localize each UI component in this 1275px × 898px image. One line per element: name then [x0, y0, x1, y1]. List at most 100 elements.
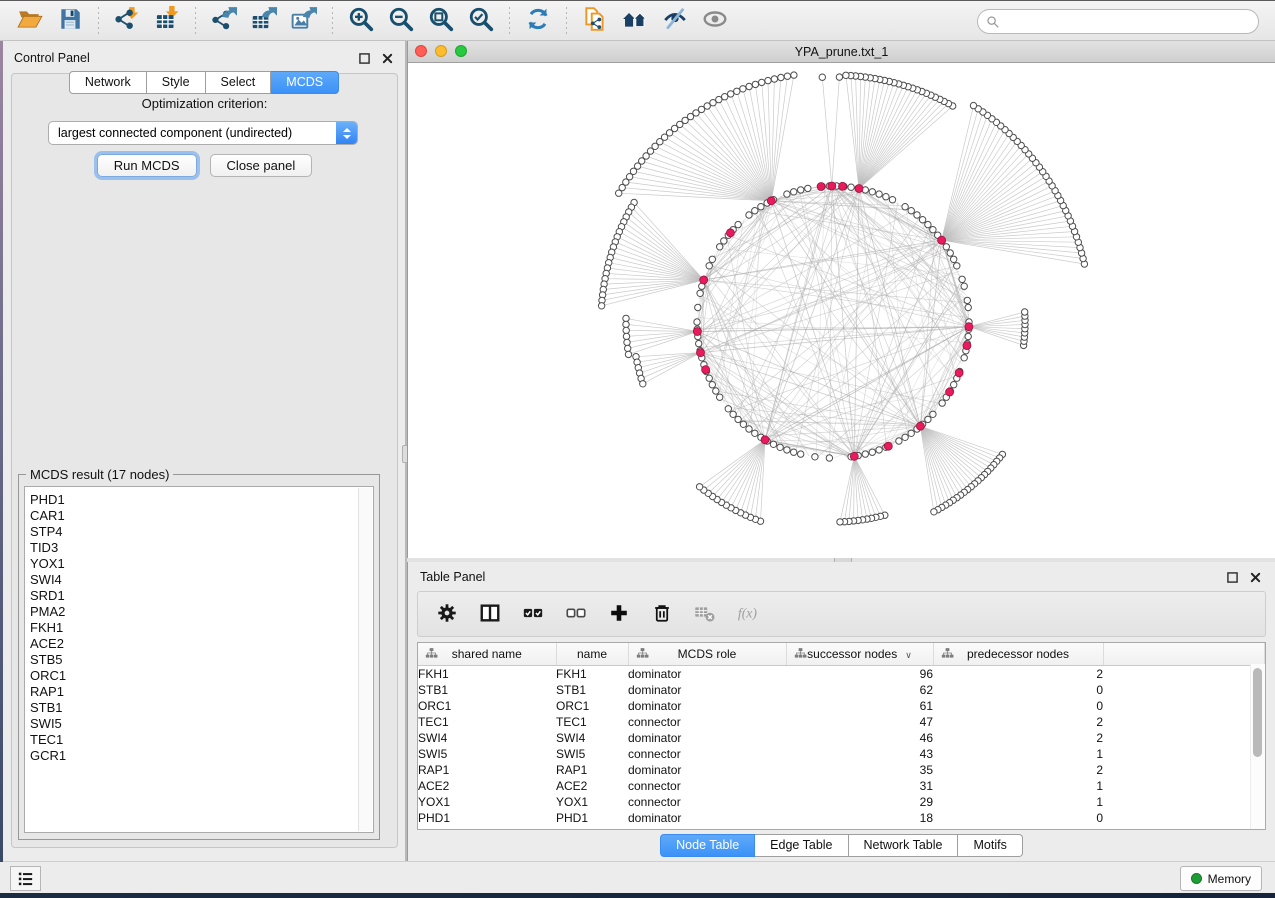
select-all-button[interactable] — [516, 597, 550, 631]
column-header[interactable]: name — [556, 643, 628, 666]
memory-button[interactable]: Memory — [1180, 866, 1262, 891]
column-header[interactable]: MCDS role — [628, 643, 786, 666]
scrollbar-thumb[interactable] — [1253, 668, 1262, 757]
table-cell[interactable]: dominator — [628, 698, 786, 714]
table-row[interactable]: SWI5SWI5connector431 — [418, 746, 1265, 762]
table-cell[interactable]: dominator — [628, 762, 786, 778]
table-cell[interactable]: STB1 — [556, 682, 628, 698]
tab-edge-table[interactable]: Edge Table — [755, 834, 848, 857]
list-item[interactable]: SRD1 — [30, 588, 373, 604]
table-cell[interactable]: dominator — [628, 682, 786, 698]
table-cell[interactable]: 46 — [786, 730, 933, 746]
table-row[interactable]: ORC1ORC1dominator610 — [418, 698, 1265, 714]
duplicate-network-button[interactable] — [575, 5, 615, 37]
zoom-in-button[interactable] — [341, 5, 381, 37]
split-view-button[interactable] — [473, 597, 507, 631]
list-item[interactable]: PMA2 — [30, 604, 373, 620]
table-cell[interactable]: 96 — [786, 666, 933, 683]
zoom-fit-button[interactable] — [421, 5, 461, 37]
list-item[interactable]: FKH1 — [30, 620, 373, 636]
table-cell[interactable]: dominator — [628, 666, 786, 683]
table-cell[interactable]: ACE2 — [418, 778, 556, 794]
task-history-button[interactable] — [10, 866, 41, 891]
close-panel-icon[interactable] — [1247, 570, 1263, 584]
table-cell[interactable]: YOX1 — [556, 794, 628, 810]
table-cell[interactable]: PHD1 — [556, 810, 628, 826]
list-item[interactable]: STB1 — [30, 700, 373, 716]
search-box[interactable] — [977, 9, 1259, 34]
table-scrollbar[interactable] — [1250, 664, 1265, 829]
add-row-button[interactable] — [602, 597, 636, 631]
table-row[interactable]: YOX1YOX1connector291 — [418, 794, 1265, 810]
mcds-result-list[interactable]: PHD1CAR1STP4TID3YOX1SWI4SRD1PMA2FKH1ACE2… — [24, 486, 374, 833]
export-network-button[interactable] — [204, 5, 244, 37]
float-panel-icon[interactable] — [1224, 570, 1240, 584]
table-cell[interactable]: SWI4 — [418, 730, 556, 746]
list-item[interactable]: PHD1 — [30, 492, 373, 508]
table-cell[interactable]: RAP1 — [556, 762, 628, 778]
table-cell[interactable]: TEC1 — [418, 714, 556, 730]
list-item[interactable]: ORC1 — [30, 668, 373, 684]
list-item[interactable]: STP4 — [30, 524, 373, 540]
table-cell[interactable]: PHD1 — [418, 810, 556, 826]
list-item[interactable]: YOX1 — [30, 556, 373, 572]
column-header[interactable]: shared name — [418, 643, 556, 666]
table-cell[interactable]: ORC1 — [556, 698, 628, 714]
table-cell[interactable]: SWI5 — [418, 746, 556, 762]
table-cell[interactable]: 1 — [933, 794, 1103, 810]
close-window-icon[interactable] — [415, 45, 427, 57]
list-item[interactable]: ACE2 — [30, 636, 373, 652]
deselect-all-button[interactable] — [559, 597, 593, 631]
table-row[interactable]: ACE2ACE2connector311 — [418, 778, 1265, 794]
list-item[interactable]: SWI4 — [30, 572, 373, 588]
table-cell[interactable]: 47 — [786, 714, 933, 730]
save-session-button[interactable] — [50, 5, 90, 37]
table-cell[interactable]: SWI4 — [556, 730, 628, 746]
table-row[interactable]: TEC1TEC1connector472 — [418, 714, 1265, 730]
column-header[interactable]: successor nodes∨ — [786, 643, 933, 666]
table-cell[interactable]: YOX1 — [418, 794, 556, 810]
table-cell[interactable]: connector — [628, 714, 786, 730]
table-cell[interactable]: RAP1 — [418, 762, 556, 778]
tab-select[interactable]: Select — [206, 71, 272, 94]
delete-row-button[interactable] — [645, 597, 679, 631]
table-cell[interactable]: ORC1 — [418, 698, 556, 714]
table-cell[interactable]: 0 — [933, 682, 1103, 698]
optimization-criterion-dropdown[interactable]: largest connected component (undirected) — [48, 121, 358, 145]
table-row[interactable]: SWI4SWI4dominator462 — [418, 730, 1265, 746]
table-cell[interactable]: FKH1 — [418, 666, 556, 683]
refresh-layout-button[interactable] — [518, 5, 558, 37]
close-panel-button[interactable]: Close panel — [210, 154, 313, 177]
list-item[interactable]: RAP1 — [30, 684, 373, 700]
table-cell[interactable]: 0 — [933, 698, 1103, 714]
table-cell[interactable]: TEC1 — [556, 714, 628, 730]
import-table-button[interactable] — [147, 5, 187, 37]
table-row[interactable]: FKH1FKH1dominator962 — [418, 666, 1265, 683]
table-cell[interactable]: connector — [628, 746, 786, 762]
open-file-button[interactable] — [10, 5, 50, 37]
maximize-window-icon[interactable] — [455, 45, 467, 57]
list-item[interactable]: CAR1 — [30, 508, 373, 524]
table-row[interactable]: PHD1PHD1dominator180 — [418, 810, 1265, 826]
hide-selected-button[interactable] — [655, 5, 695, 37]
column-header[interactable]: predecessor nodes — [933, 643, 1103, 666]
tab-motifs[interactable]: Motifs — [958, 834, 1022, 857]
table-cell[interactable]: 2 — [933, 714, 1103, 730]
table-cell[interactable]: 62 — [786, 682, 933, 698]
table-cell[interactable]: 31 — [786, 778, 933, 794]
list-item[interactable]: TEC1 — [30, 732, 373, 748]
table-cell[interactable]: 1 — [933, 746, 1103, 762]
table-cell[interactable]: dominator — [628, 810, 786, 826]
result-list-scrollbar[interactable] — [358, 488, 372, 831]
list-item[interactable]: GCR1 — [30, 748, 373, 764]
export-image-button[interactable] — [284, 5, 324, 37]
table-cell[interactable]: connector — [628, 778, 786, 794]
table-row[interactable]: RAP1RAP1dominator352 — [418, 762, 1265, 778]
tab-style[interactable]: Style — [147, 71, 206, 94]
table-row[interactable]: STB1STB1dominator620 — [418, 682, 1265, 698]
list-item[interactable]: SWI5 — [30, 716, 373, 732]
first-neighbors-button[interactable] — [615, 5, 655, 37]
table-cell[interactable]: 61 — [786, 698, 933, 714]
table-cell[interactable]: 43 — [786, 746, 933, 762]
table-cell[interactable]: ACE2 — [556, 778, 628, 794]
